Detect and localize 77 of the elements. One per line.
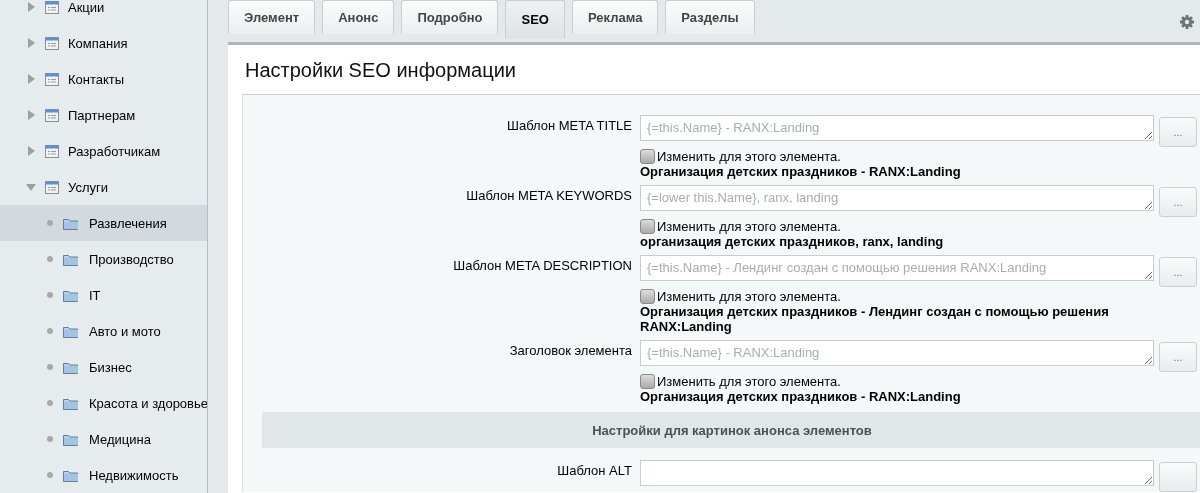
tab[interactable]: SEO [505, 0, 565, 38]
field-label: Шаблон META KEYWORDS [465, 187, 632, 205]
bullet-icon [47, 292, 53, 298]
tree-item[interactable]: Производство [0, 241, 207, 277]
section-heading: Настройки для картинок анонса элементов [262, 412, 1200, 448]
tab[interactable]: Реклама [571, 0, 659, 34]
page-icon [45, 180, 59, 194]
tab[interactable]: Анонс [322, 0, 395, 34]
expand-arrow-icon[interactable] [27, 146, 35, 156]
bullet-icon [47, 328, 53, 334]
folder-icon [63, 252, 79, 266]
input-field[interactable] [640, 460, 1154, 486]
preview-text: Организация детских праздников - RANX:Landing [640, 389, 962, 404]
more-button[interactable]: ... [1159, 187, 1197, 217]
expand-arrow-icon[interactable] [27, 110, 35, 120]
tree-item[interactable]: Контакты [0, 61, 207, 97]
page-icon [45, 108, 59, 122]
field-label: Шаблон ALT [556, 462, 632, 480]
checkbox[interactable] [640, 374, 655, 389]
folder-icon [63, 396, 79, 410]
tree-item[interactable]: Разработчикам [0, 133, 207, 169]
preview-text: Организация детских праздников - Лендинг создан с помощью решения RANX:Landing [640, 304, 1110, 334]
checkbox-label[interactable]: Изменить для этого элемента. [657, 219, 841, 234]
bullet-icon [47, 472, 53, 478]
tab[interactable]: Элемент [228, 0, 316, 34]
tab[interactable]: Подробно [401, 0, 499, 34]
tree-item[interactable]: Медицина [0, 421, 207, 457]
field-label: Шаблон META DESCRIPTION [452, 257, 632, 275]
field-label: Заголовок элемента [508, 342, 632, 360]
bullet-icon [47, 364, 53, 370]
page-icon [45, 144, 59, 158]
folder-icon [63, 432, 79, 446]
expand-arrow-icon[interactable] [27, 2, 35, 12]
panel-title: Настройки SEO информации [244, 58, 517, 83]
tree-item[interactable]: Авто и мото [0, 313, 207, 349]
preview-text: организация детских праздников, ranx, landing [640, 234, 945, 249]
checkbox-label[interactable]: Изменить для этого элемента. [657, 289, 841, 304]
folder-icon [63, 468, 79, 482]
tab[interactable]: Разделы [665, 0, 755, 34]
input-field[interactable]: {=this.Name} - Лендинг создан с помощью решения RANX:Landing [640, 255, 1154, 281]
input-field[interactable]: {=this.Name} - RANX:Landing [640, 115, 1154, 141]
tree-item[interactable]: Развлечения [0, 205, 207, 241]
bullet-icon [47, 400, 53, 406]
tree-item[interactable]: Партнерам [0, 97, 207, 133]
preview-text: Организация детских праздников - RANX:Landing [640, 164, 962, 179]
tree-item[interactable]: Красота и здоровье [0, 385, 207, 421]
page-icon [45, 72, 59, 86]
folder-icon [63, 216, 79, 230]
more-button[interactable]: ... [1159, 117, 1197, 147]
bullet-icon [47, 220, 53, 226]
tree-item[interactable]: IT [0, 277, 207, 313]
checkbox[interactable] [640, 219, 655, 234]
tree-item[interactable]: Компания [0, 25, 207, 61]
expand-arrow-icon[interactable] [27, 38, 35, 48]
checkbox-label[interactable]: Изменить для этого элемента. [657, 374, 841, 389]
more-button[interactable]: ... [1159, 257, 1197, 287]
settings-icon[interactable] [1180, 15, 1194, 29]
input-field[interactable]: {=lower this.Name}, ranx, landing [640, 185, 1154, 211]
bullet-icon [47, 256, 53, 262]
tree-item[interactable]: Недвижимость [0, 457, 207, 493]
more-button[interactable] [1159, 462, 1197, 492]
collapse-arrow-icon[interactable] [26, 183, 36, 191]
input-field[interactable]: {=this.Name} - RANX:Landing [640, 340, 1154, 366]
tree-item[interactable]: Бизнес [0, 349, 207, 385]
page-icon [45, 36, 59, 50]
folder-icon [63, 360, 79, 374]
tree-item[interactable]: Акции [0, 0, 207, 25]
checkbox-label[interactable]: Изменить для этого элемента. [657, 149, 841, 164]
expand-arrow-icon[interactable] [27, 74, 35, 84]
folder-icon [63, 288, 79, 302]
folder-icon [63, 324, 79, 338]
tree-item[interactable]: Услуги [0, 169, 207, 205]
checkbox[interactable] [640, 149, 655, 164]
more-button[interactable]: ... [1159, 342, 1197, 372]
checkbox[interactable] [640, 289, 655, 304]
bullet-icon [47, 436, 53, 442]
field-label: Шаблон META TITLE [506, 117, 632, 135]
